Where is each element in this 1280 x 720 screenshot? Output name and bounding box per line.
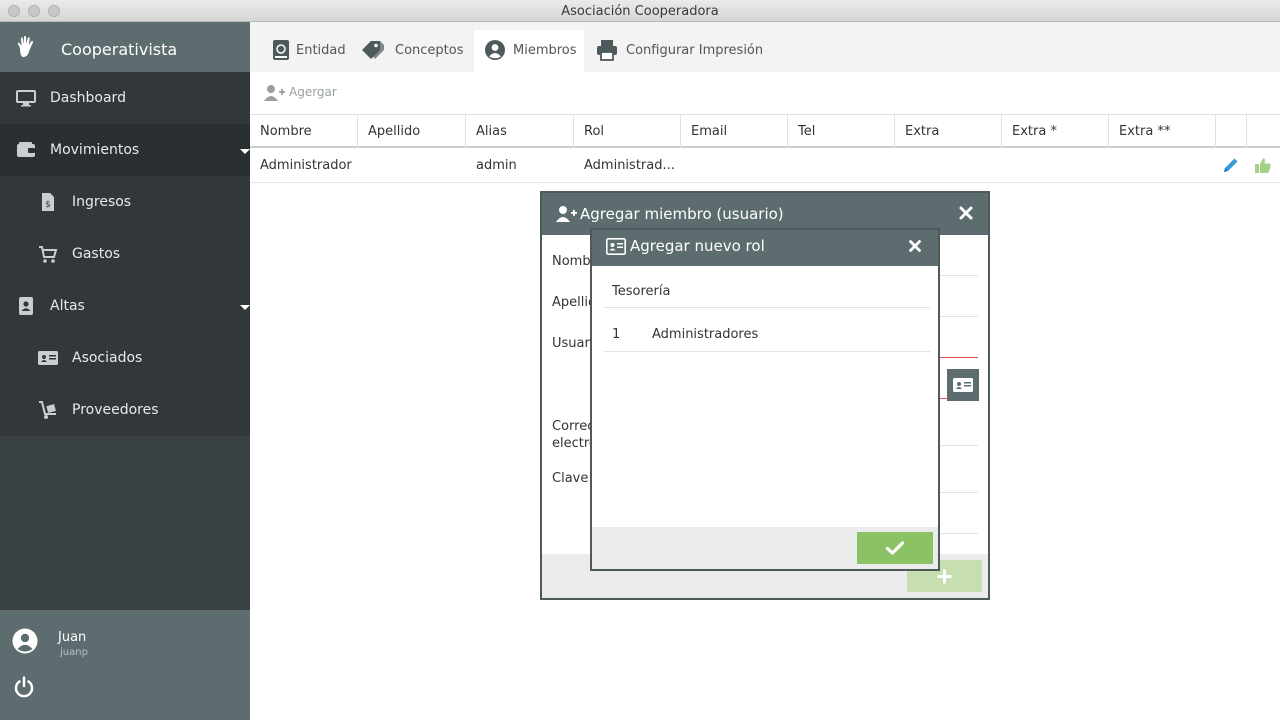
user-plus-icon — [264, 85, 285, 101]
print-icon — [597, 40, 617, 61]
tab-label: Conceptos — [395, 43, 464, 58]
user-circle-icon — [485, 40, 505, 60]
sidebar-item-ingresos[interactable]: $ Ingresos — [0, 176, 250, 228]
sidebar-nav: Dashboard Movimientos $ Ingresos Gastos … — [0, 72, 250, 436]
sidebar-item-asociados[interactable]: Asociados — [0, 332, 250, 384]
list-item[interactable]: 1 Administradores — [604, 318, 930, 352]
tab-bar: Entidad Conceptos Miembros Configurar Im… — [250, 22, 1280, 72]
monitor-icon — [16, 90, 36, 107]
role-id: 1 — [612, 327, 621, 342]
column-header-apellido[interactable]: Apellido — [358, 115, 466, 148]
label-usuario: Usuari — [552, 336, 594, 351]
sidebar-item-gastos[interactable]: Gastos — [0, 228, 250, 280]
label-correo-1: Correc — [552, 419, 595, 434]
tab-entidad[interactable]: Entidad — [260, 30, 354, 72]
label-apellido: Apellic — [552, 295, 596, 310]
column-header-extra-double-star[interactable]: Extra ** — [1109, 115, 1216, 148]
close-icon[interactable] — [958, 205, 974, 221]
window-titlebar: Asociación Cooperadora — [0, 0, 1280, 22]
cell-rol: Administrad... — [584, 158, 675, 173]
select-role-button[interactable] — [947, 369, 979, 401]
sidebar-item-label: Altas — [50, 298, 85, 314]
cell-alias: admin — [476, 158, 517, 173]
user-login: juanp — [60, 647, 88, 658]
address-book-icon — [19, 297, 33, 315]
hand-logo-icon — [17, 35, 33, 57]
edit-pencil-icon[interactable] — [1222, 156, 1240, 174]
column-header-nombre[interactable]: Nombre — [250, 115, 358, 148]
role-name-input[interactable] — [604, 276, 930, 308]
close-icon[interactable] — [908, 239, 922, 253]
column-header-tel[interactable]: Tel — [788, 115, 895, 148]
brand-name: Cooperativista — [61, 40, 178, 59]
check-icon — [885, 541, 905, 555]
nombre-field-line[interactable] — [940, 275, 978, 276]
usuario-field-line[interactable] — [940, 357, 978, 358]
column-header-rol[interactable]: Rol — [574, 115, 681, 148]
id-card-icon — [38, 351, 58, 365]
tab-label: Configurar Impresión — [626, 43, 764, 58]
correo-field-line[interactable] — [940, 445, 978, 446]
invoice-dollar-icon: $ — [42, 193, 54, 211]
tags-icon — [362, 41, 384, 59]
role-name: Administradores — [652, 327, 759, 342]
thumbs-up-icon[interactable] — [1254, 156, 1272, 174]
label-nombre: Nomb — [552, 254, 591, 269]
cell-nombre: Administrador — [260, 158, 352, 173]
table-row[interactable]: Administrador admin Administrad... — [250, 149, 1280, 183]
sidebar-item-label: Asociados — [72, 350, 143, 366]
brand-header[interactable]: Cooperativista — [0, 22, 250, 72]
sidebar-item-proveedores[interactable]: Proveedores — [0, 384, 250, 436]
column-header-alias[interactable]: Alias — [466, 115, 574, 148]
sidebar-item-dashboard[interactable]: Dashboard — [0, 72, 250, 124]
sidebar-item-label: Dashboard — [50, 90, 126, 106]
id-card-icon — [953, 378, 973, 392]
add-member-label: Agergar — [289, 85, 337, 99]
id-card-icon — [606, 238, 626, 255]
user-plus-icon — [556, 206, 577, 222]
column-header-edit — [1216, 115, 1247, 148]
dolly-icon — [39, 401, 56, 419]
window-title: Asociación Cooperadora — [561, 4, 719, 19]
caret-down-icon — [240, 149, 250, 154]
add-role-dialog-header: Agregar nuevo rol — [592, 230, 938, 266]
sidebar-item-altas[interactable]: Altas — [0, 280, 250, 332]
svg-text:$: $ — [45, 200, 51, 210]
clave-confirm-field-line[interactable] — [940, 533, 978, 534]
add-role-dialog-title: Agregar nuevo rol — [630, 237, 765, 255]
sidebar-item-label: Proveedores — [72, 402, 159, 418]
tab-label: Miembros — [513, 43, 577, 58]
add-role-dialog: Agregar nuevo rol 1 Administradores — [590, 228, 940, 571]
column-header-extra[interactable]: Extra — [895, 115, 1002, 148]
power-icon[interactable] — [12, 675, 36, 699]
tab-miembros[interactable]: Miembros — [474, 30, 584, 72]
sidebar-item-label: Gastos — [72, 246, 121, 262]
user-avatar-icon[interactable] — [12, 628, 38, 654]
wallet-icon — [17, 142, 35, 157]
sidebar-item-label: Ingresos — [72, 194, 132, 210]
confirm-role-button[interactable] — [857, 532, 933, 564]
user-panel: Juan juanp — [0, 610, 250, 720]
user-name: Juan — [58, 630, 87, 645]
tab-label: Entidad — [296, 43, 346, 58]
column-header-extra-star[interactable]: Extra * — [1002, 115, 1109, 148]
add-member-dialog-title: Agregar miembro (usuario) — [580, 205, 784, 223]
column-header-email[interactable]: Email — [681, 115, 788, 148]
tab-configurar-impresion[interactable]: Configurar Impresión — [586, 30, 766, 72]
book-icon — [273, 40, 289, 60]
sidebar-item-label: Movimientos — [50, 142, 140, 158]
members-table-header: Nombre Apellido Alias Rol Email Tel Extr… — [250, 114, 1280, 148]
clave-field-line[interactable] — [940, 492, 978, 493]
label-clave: Clave: — [552, 471, 593, 486]
apellido-field-line[interactable] — [940, 316, 978, 317]
tab-conceptos[interactable]: Conceptos — [356, 30, 472, 72]
sidebar: Cooperativista Dashboard Movimientos $ I… — [0, 22, 250, 720]
caret-down-icon — [240, 305, 250, 310]
sidebar-item-movimientos[interactable]: Movimientos — [0, 124, 250, 176]
cart-icon — [39, 246, 58, 263]
